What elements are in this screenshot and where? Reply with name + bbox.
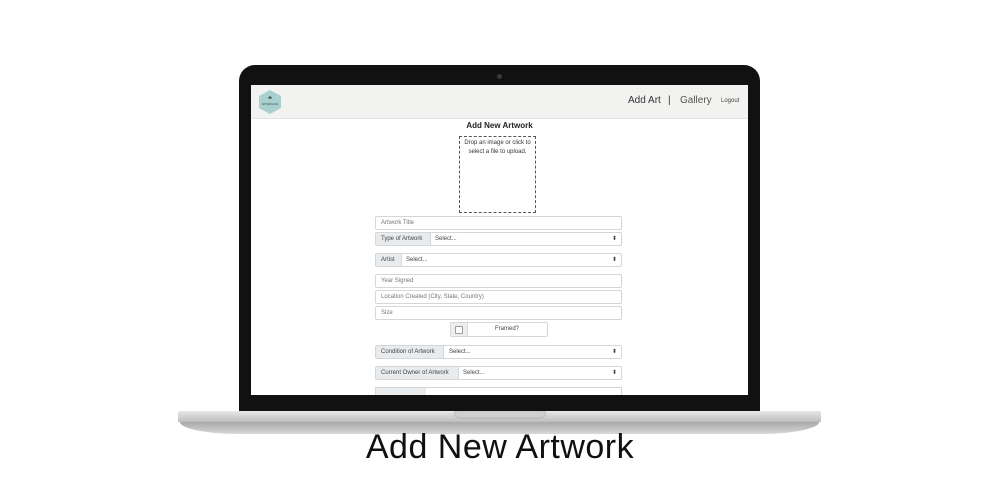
select-arrow-icon: ⬍ <box>611 349 617 355</box>
partially-visible-field[interactable] <box>375 387 622 395</box>
current-owner-value: Select... <box>463 370 485 376</box>
nav-separator: | <box>668 95 671 106</box>
artwork-title-input[interactable]: Artwork Title <box>375 216 622 230</box>
current-owner-label: Current Owner of Artwork <box>376 367 459 379</box>
select-arrow-icon: ⬍ <box>611 236 617 242</box>
framed-checkbox-group: Framed? <box>450 322 548 337</box>
type-of-artwork-value: Select... <box>435 236 457 242</box>
nav-gallery-link[interactable]: Gallery <box>680 95 712 106</box>
page-title: Add New Artwork <box>466 121 533 130</box>
framed-label: Framed? <box>494 326 519 332</box>
partially-visible-label <box>376 388 426 395</box>
logout-link[interactable]: Logout <box>721 98 739 104</box>
framed-checkbox-addon <box>451 323 468 336</box>
artist-label: Artist <box>376 254 402 266</box>
camera-dot <box>497 74 502 79</box>
location-created-input[interactable]: Location Created (City, State, Country) <box>375 290 622 304</box>
artwork-title-placeholder: Artwork Title <box>381 220 415 226</box>
type-of-artwork-label: Type of Artwork <box>376 233 431 245</box>
logo-text: ARTARCHIVE <box>262 102 279 106</box>
laptop-opening-notch <box>454 411 546 419</box>
condition-label: Condition of Artwork <box>376 346 444 358</box>
navbar: ARTARCHIVE Add Art | Gallery Logout <box>251 85 748 119</box>
caption: Add New Artwork <box>365 428 635 466</box>
location-created-placeholder: Location Created (City, State, Country) <box>381 294 484 300</box>
condition-value: Select... <box>449 349 471 355</box>
artist-select[interactable]: Artist Select... ⬍ <box>375 253 622 267</box>
laptop-screen: ARTARCHIVE Add Art | Gallery Logout Add … <box>251 85 748 395</box>
framed-checkbox[interactable] <box>455 326 463 334</box>
select-arrow-icon: ⬍ <box>611 370 617 376</box>
size-input[interactable]: Size <box>375 306 622 320</box>
logo-icon[interactable]: ARTARCHIVE <box>258 89 282 115</box>
nav-add-art-link[interactable]: Add Art <box>628 95 661 106</box>
size-placeholder: Size <box>381 310 393 316</box>
select-arrow-icon: ⬍ <box>611 257 617 263</box>
condition-select[interactable]: Condition of Artwork Select... ⬍ <box>375 345 622 359</box>
artist-value: Select... <box>406 257 428 263</box>
year-signed-placeholder: Year Signed <box>381 278 414 284</box>
type-of-artwork-select[interactable]: Type of Artwork Select... ⬍ <box>375 232 622 246</box>
dropzone-text: Drop an image or click to select a file … <box>464 140 531 155</box>
current-owner-select[interactable]: Current Owner of Artwork Select... ⬍ <box>375 366 622 380</box>
year-signed-input[interactable]: Year Signed <box>375 274 622 288</box>
image-dropzone[interactable]: Drop an image or click to select a file … <box>459 136 536 213</box>
